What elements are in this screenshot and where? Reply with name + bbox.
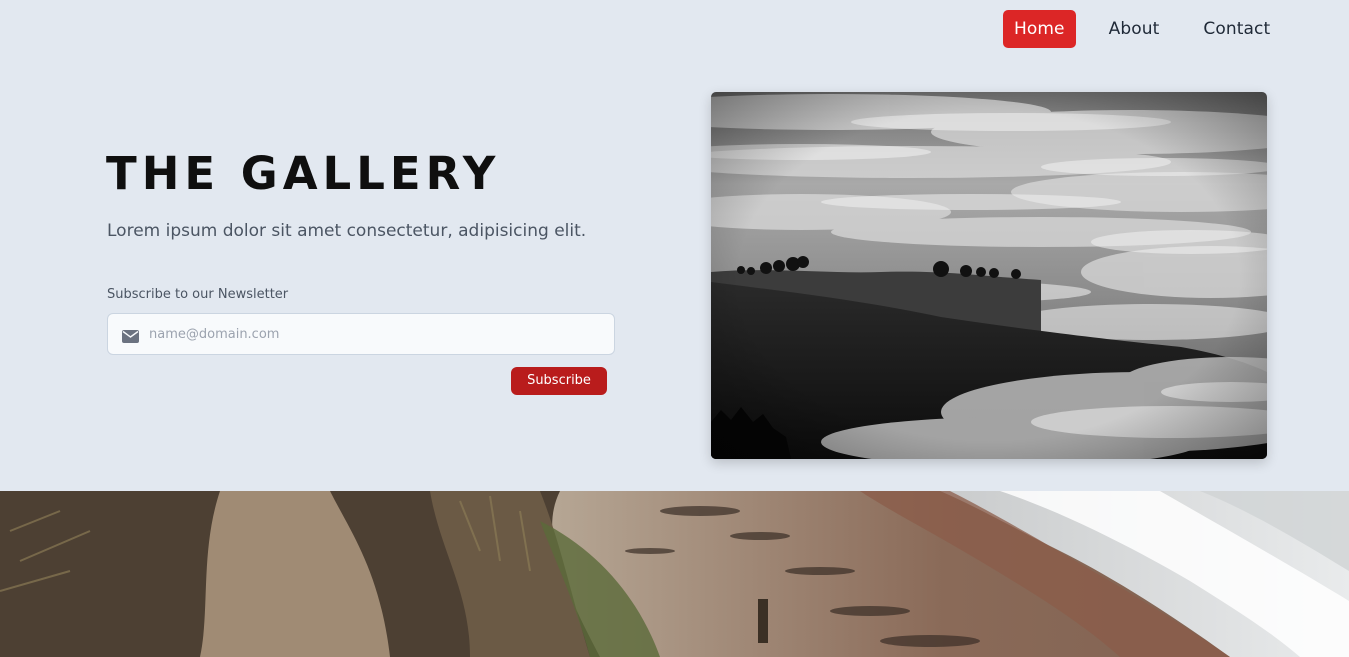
nav-contact-link[interactable]: Contact [1192, 10, 1281, 48]
email-field-container[interactable] [107, 313, 615, 355]
nav-home-link[interactable]: Home [1003, 10, 1076, 48]
subscribe-button[interactable]: Subscribe [511, 367, 607, 395]
mail-icon [122, 328, 139, 343]
newsletter-label: Subscribe to our Newsletter [107, 287, 289, 302]
email-input[interactable] [149, 326, 589, 342]
main-nav: Home About Contact [1003, 10, 1281, 48]
nav-about-link[interactable]: About [1098, 10, 1171, 48]
banner-image [0, 491, 1349, 657]
hero-image [711, 92, 1267, 459]
hero-subtitle: Lorem ipsum dolor sit amet consectetur, … [107, 221, 587, 241]
page-title: THE GALLERY [106, 147, 501, 200]
